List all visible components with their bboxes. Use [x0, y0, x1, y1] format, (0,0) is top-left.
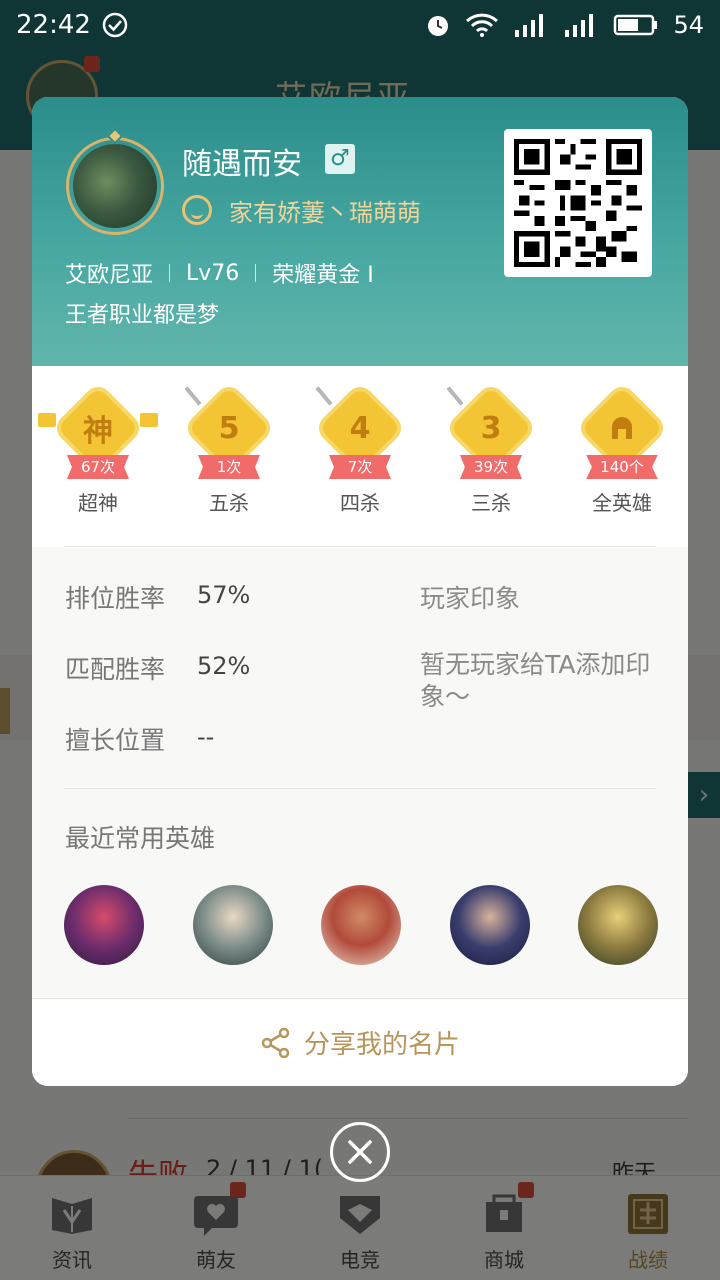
achievement-label: 五杀 — [209, 491, 249, 515]
check-circle-icon — [102, 12, 128, 38]
achievement-count: 7次 — [329, 455, 391, 479]
nickname: 随遇而安 — [182, 147, 302, 182]
achievement-quadra-kill: 4 7次 四杀 — [313, 381, 407, 527]
separator — [255, 264, 257, 282]
alarm-icon — [428, 16, 449, 36]
helmet-icon — [612, 417, 632, 439]
match-winrate-label: 匹配胜率 — [65, 655, 166, 684]
wifi-icon — [466, 13, 499, 37]
position-value: -- — [197, 723, 215, 751]
hero-avatar[interactable] — [449, 885, 530, 965]
player-motto: 王者职业都是梦 — [65, 303, 220, 328]
signal-4g-icon — [515, 14, 544, 37]
couple-name: 家有娇萋丶瑞萌萌 — [229, 199, 421, 227]
qr-code[interactable] — [504, 129, 652, 277]
ranked-winrate-value: 57% — [197, 581, 251, 609]
server-name: 艾欧尼亚 — [65, 263, 154, 288]
player-level: Lv76 — [186, 260, 240, 286]
achievement-label: 四杀 — [340, 491, 380, 515]
separator — [169, 264, 171, 282]
position-label: 擅长位置 — [65, 726, 166, 755]
achievement-legendary: 神 67次 超神 — [38, 381, 158, 527]
achievement-count: 67次 — [66, 455, 130, 479]
user-avatar — [66, 137, 164, 235]
achievement-all-heroes: 140个 全英雄 — [575, 381, 669, 527]
achievement-label: 三杀 — [471, 491, 511, 515]
achievement-count: 140个 — [586, 455, 658, 479]
hero-avatar[interactable] — [321, 885, 401, 965]
achievement-count: 1次 — [198, 455, 260, 479]
achievement-triple-kill: 3 39次 三杀 — [444, 381, 538, 527]
divider — [64, 546, 656, 547]
avatar-image — [73, 144, 157, 228]
achievement-penta-kill: 5 1次 五杀 — [182, 381, 276, 527]
player-info: 艾欧尼亚 Lv76 荣耀黄金 I — [65, 257, 374, 289]
impression-text: 暂无玩家给TA添加印象～ — [420, 650, 651, 711]
profile-card: 随遇而安 ♂ 家有娇萋丶瑞萌萌 艾欧尼亚 Lv76 荣耀黄金 I 王者职业都是梦… — [32, 97, 688, 1086]
status-bar: 22:42 54 — [0, 0, 720, 50]
male-icon: ♂ — [325, 144, 355, 174]
match-winrate-value: 52% — [197, 652, 251, 680]
achievement-label: 超神 — [78, 491, 118, 515]
hero-avatar[interactable] — [64, 885, 144, 965]
battery-level: 54 — [673, 11, 704, 39]
card-header: 随遇而安 ♂ 家有娇萋丶瑞萌萌 艾欧尼亚 Lv76 荣耀黄金 I 王者职业都是梦 — [32, 97, 688, 366]
share-label: 分享我的名片 — [303, 1030, 460, 1060]
share-button[interactable]: 分享我的名片 — [32, 998, 688, 1086]
achievement-count: 39次 — [459, 455, 523, 479]
signal-icon — [565, 14, 594, 37]
qr-code-icon — [514, 139, 642, 267]
hero-avatar[interactable] — [578, 885, 658, 965]
player-rank: 荣耀黄金 I — [272, 263, 374, 288]
impression-title: 玩家印象 — [420, 584, 521, 613]
status-time: 22:42 — [16, 10, 91, 40]
divider — [64, 788, 656, 789]
close-button[interactable] — [330, 1122, 390, 1182]
couple-icon — [182, 195, 212, 225]
recent-heroes-title: 最近常用英雄 — [65, 824, 216, 853]
achievement-label: 全英雄 — [592, 491, 652, 515]
ranked-winrate-label: 排位胜率 — [65, 584, 166, 613]
share-icon — [261, 1027, 290, 1058]
achievements: 神 67次 超神 5 1次 五杀 4 7次 四杀 3 39次 三杀 140个 全… — [32, 381, 688, 527]
battery-icon — [614, 14, 658, 36]
hero-avatar[interactable] — [192, 885, 273, 965]
close-icon — [348, 1140, 372, 1164]
recent-heroes — [64, 885, 658, 965]
